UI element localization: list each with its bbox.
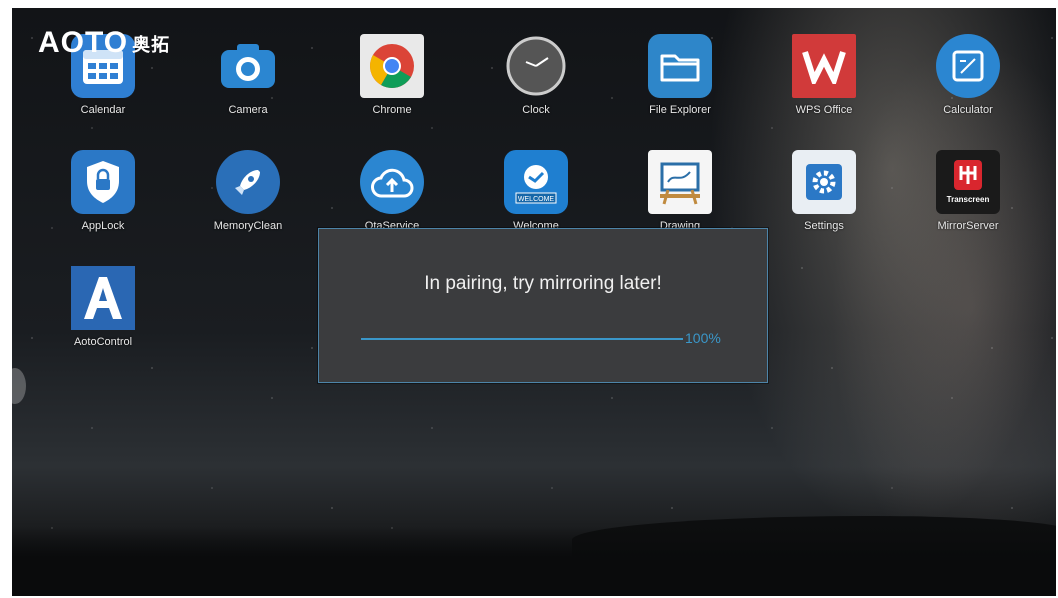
app-label: AotoControl [73,336,133,348]
app-label: MirrorServer [937,220,999,232]
app-settings[interactable]: Settings [774,150,874,232]
desktop-screen: AOTO 奥拓 Calendar Camera Chrome Clock File… [12,8,1056,596]
gear-icon [792,150,856,214]
progress-percent: 100% [685,330,721,346]
cloud-upload-icon [360,150,424,214]
mirror-badge: Transcreen [947,195,990,204]
app-welcome[interactable]: WELCOME Welcome [486,150,586,232]
app-file-explorer[interactable]: File Explorer [630,34,730,116]
app-otaservice[interactable]: OtaService [342,150,442,232]
app-memoryclean[interactable]: MemoryClean [198,150,298,232]
folder-icon [648,34,712,98]
app-label: Chrome [372,104,412,116]
calculator-icon [936,34,1000,98]
rocket-icon [216,150,280,214]
app-camera[interactable]: Camera [198,34,298,116]
app-applock[interactable]: AppLock [53,150,153,232]
app-label: Settings [804,220,844,232]
app-label: WPS Office [795,104,853,116]
app-aotocontrol[interactable]: AotoControl [53,266,153,348]
app-mirrorserver[interactable]: Transcreen MirrorServer [918,150,1018,232]
app-clock[interactable]: Clock [486,34,586,116]
aoto-logo: AOTO 奥拓 [38,26,170,60]
clock-icon [504,34,568,98]
app-wps-office[interactable]: WPS Office [774,34,874,116]
easel-icon [648,150,712,214]
progress-bar [361,338,683,340]
progress-fill [361,338,683,340]
app-label: Clock [522,104,550,116]
app-label: File Explorer [649,104,711,116]
app-drawing[interactable]: Drawing [630,150,730,232]
app-calculator[interactable]: Calculator [918,34,1018,116]
mirror-icon: Transcreen [936,150,1000,214]
welcome-icon: WELCOME [504,150,568,214]
app-label: Camera [228,104,268,116]
lock-icon [71,150,135,214]
camera-icon [216,34,280,98]
aoto-a-icon [71,266,135,330]
app-label: MemoryClean [213,220,283,232]
logo-brand: AOTO [38,26,129,59]
app-chrome[interactable]: Chrome [342,34,442,116]
app-label: AppLock [81,220,125,232]
app-label: Calculator [943,104,993,116]
mirroring-dialog: In pairing, try mirroring later! 100% [318,228,768,383]
chrome-icon [360,34,424,98]
logo-brand-cn: 奥拓 [132,35,171,56]
welcome-badge: WELCOME [518,196,555,203]
app-label: Calendar [80,104,126,116]
horizon [12,526,1056,596]
wps-icon [792,34,856,98]
dialog-message: In pairing, try mirroring later! [424,273,662,294]
